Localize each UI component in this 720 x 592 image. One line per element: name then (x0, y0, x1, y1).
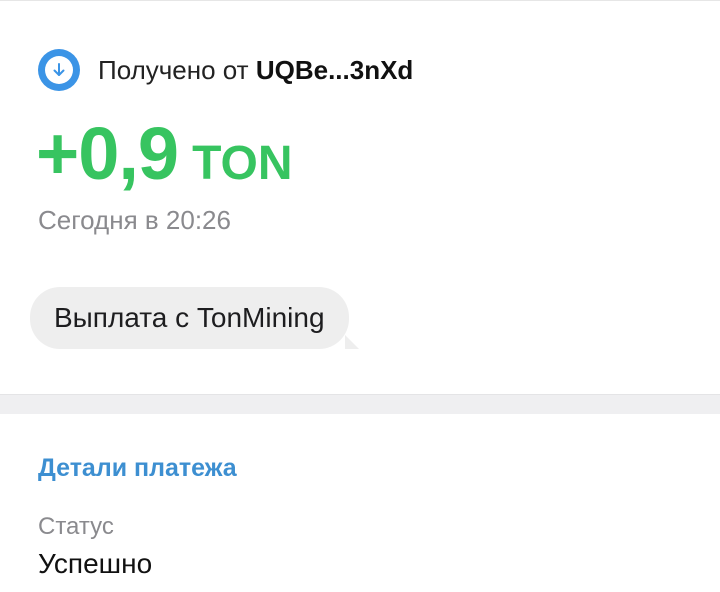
received-from-row: Получено от UQBe...3nXd (38, 49, 413, 91)
sender-address[interactable]: UQBe...3nXd (256, 55, 413, 85)
transaction-card: Получено от UQBe...3nXd +0,9 TON Сегодня… (0, 0, 720, 394)
comment-bubble: Выплата с TonMining (30, 287, 359, 349)
amount-currency: TON (192, 137, 293, 190)
arrow-down-glyph (53, 63, 65, 76)
transaction-date: Сегодня в 20:26 (38, 205, 231, 235)
section-divider (0, 394, 720, 414)
status-label: Статус (38, 513, 114, 540)
arrow-down-circle-icon (38, 49, 80, 91)
amount-value: +0,9 (36, 112, 179, 195)
transaction-amount: +0,9 TON (36, 111, 293, 196)
received-prefix: Получено от (98, 54, 249, 85)
received-from-text: Получено от UQBe...3nXd (98, 55, 413, 86)
comment-text: Выплата с TonMining (54, 302, 325, 333)
bubble-tail (344, 335, 359, 349)
payment-details-title: Детали платежа (38, 454, 237, 482)
status-value: Успешно (38, 548, 153, 579)
